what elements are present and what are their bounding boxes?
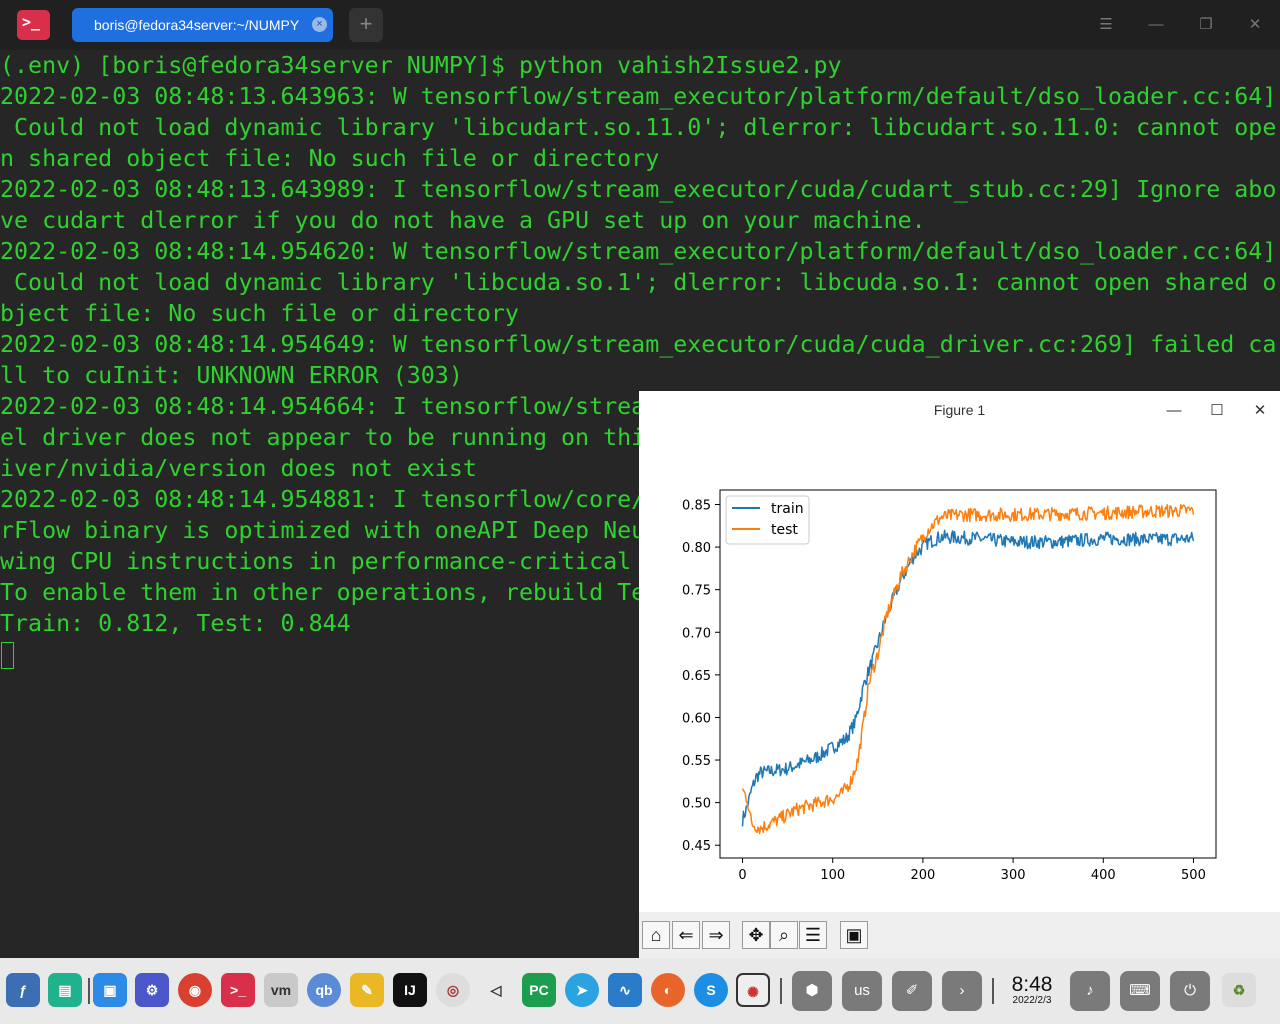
figure-maximize-button[interactable]: ☐ <box>1207 401 1227 421</box>
trash-icon[interactable]: ♻ <box>1222 973 1256 1007</box>
tab-close-icon[interactable]: × <box>312 17 327 32</box>
terminal-titlebar: >_ boris@fedora34server:~/NUMPY × + ☰ — … <box>0 0 1280 50</box>
figure-app-icon[interactable]: ✺ <box>736 973 770 1007</box>
y-tick-label: 0.85 <box>682 498 711 513</box>
zoom-icon[interactable]: ⌕ <box>770 921 798 949</box>
menu-icon[interactable]: ☰ <box>1095 14 1117 36</box>
taskbar-separator <box>992 978 994 1004</box>
legend-label-test: test <box>771 522 798 538</box>
terminal-line: rFlow binary is optimized with oneAPI De… <box>0 517 646 544</box>
tick-layer: 0 100 200 300 400 500 0.45 0.50 0.55 0.60 0.65 0.70… <box>682 498 1206 883</box>
clock-time[interactable]: 8:48 <box>1008 973 1056 997</box>
vmware-icon[interactable]: vm <box>264 973 298 1007</box>
keyboard-icon[interactable]: ⌨ <box>1120 971 1160 1011</box>
terminal-line: el driver does not appear to be running … <box>0 424 646 451</box>
intellij-icon[interactable]: IJ <box>393 973 427 1007</box>
terminal-line: 2022-02-03 08:48:14.954649: W tensorflow… <box>0 331 1277 358</box>
x-tick-label: 400 <box>1091 868 1116 883</box>
package-icon[interactable]: ⬢ <box>792 971 832 1011</box>
terminal-line: (.env) [boris@fedora34server NUMPY]$ pyt… <box>0 52 842 79</box>
figure-window: Figure 1 — ☐ ✕ 0 100 200 300 400 500 0.45 0.50 0… <box>639 391 1280 958</box>
taskbar-separator <box>780 978 782 1004</box>
back-icon[interactable]: ⇐ <box>672 921 700 949</box>
y-tick-label: 0.45 <box>682 839 711 854</box>
y-tick-label: 0.70 <box>682 626 711 641</box>
figure-minimize-button[interactable]: — <box>1164 401 1184 421</box>
series-layer <box>741 503 1195 835</box>
legend: train test <box>725 495 810 545</box>
y-tick-label: 0.65 <box>682 669 711 684</box>
firefox-icon[interactable]: ◐ <box>651 973 685 1007</box>
terminal-line: iver/nvidia/version does not exist <box>0 455 477 482</box>
terminal-line: n shared object file: No such file or di… <box>0 145 660 172</box>
home-icon[interactable]: ⌂ <box>642 921 670 949</box>
terminal-app-icon: >_ <box>17 10 50 40</box>
y-tick-label: 0.80 <box>682 541 711 556</box>
y-tick-label: 0.60 <box>682 711 711 726</box>
terminal-line: Could not load dynamic library 'libcudar… <box>0 114 1277 141</box>
system-monitor-icon[interactable]: ∿ <box>608 973 642 1007</box>
x-tick-label: 500 <box>1181 868 1206 883</box>
terminal-line: bject file: No such file or directory <box>0 300 519 327</box>
pan-icon[interactable]: ✥ <box>742 921 770 949</box>
terminal-line: ll to cuInit: UNKNOWN ERROR (303) <box>0 362 463 389</box>
terminal-line: 2022-02-03 08:48:14.954664: I tensorflow… <box>0 393 646 420</box>
terminal-line: 2022-02-03 08:48:13.643989: I tensorflow… <box>0 176 1277 203</box>
terminal-line: To enable them in other operations, rebu… <box>0 579 646 606</box>
pin-icon[interactable]: ✐ <box>892 971 932 1011</box>
figure-toolbar: ⌂ ⇐ ⇒ ✥ ⌕ ☰ ▣ <box>639 912 1280 958</box>
forward-icon[interactable]: ⇒ <box>702 921 730 949</box>
new-tab-button[interactable]: + <box>349 8 383 42</box>
x-tick-label: 200 <box>910 868 935 883</box>
restore-button[interactable]: ❐ <box>1195 14 1217 36</box>
text-editor-icon[interactable]: ✎ <box>350 973 384 1007</box>
skype-icon[interactable]: S <box>694 973 728 1007</box>
x-tick-label: 100 <box>820 868 845 883</box>
y-tick-label: 0.75 <box>682 584 711 599</box>
figure-titlebar: Figure 1 — ☐ ✕ <box>639 391 1280 431</box>
volume-icon[interactable]: ◁ <box>479 973 513 1007</box>
terminal-cursor <box>1 642 14 669</box>
chrome-icon[interactable]: ◉ <box>178 973 212 1007</box>
taskbar-separator <box>88 978 90 1004</box>
terminal-line: 2022-02-03 08:48:13.643963: W tensorflow… <box>0 83 1277 110</box>
plot-canvas[interactable]: 0 100 200 300 400 500 0.45 0.50 0.55 0.60 0.65 0.70… <box>639 431 1280 912</box>
file-manager-icon[interactable]: ▤ <box>48 973 82 1007</box>
terminal-line: wing CPU instructions in performance-cri… <box>0 548 646 575</box>
clock-date[interactable]: 2022/2/3 <box>1008 995 1056 1006</box>
close-button[interactable]: ✕ <box>1244 14 1266 36</box>
terminal-line: 2022-02-03 08:48:14.954620: W tensorflow… <box>0 238 1277 265</box>
terminal-tab[interactable]: boris@fedora34server:~/NUMPY × <box>72 8 333 42</box>
figure-close-button[interactable]: ✕ <box>1250 401 1270 421</box>
terminal-icon[interactable]: >_ <box>221 973 255 1007</box>
qbittorrent-icon[interactable]: qb <box>307 973 341 1007</box>
telegram-icon[interactable]: ➤ <box>565 973 599 1007</box>
minimize-button[interactable]: — <box>1145 14 1167 36</box>
settings-icon[interactable]: ⚙ <box>135 973 169 1007</box>
y-tick-label: 0.55 <box>682 754 711 769</box>
terminal-line: Train: 0.812, Test: 0.844 <box>0 610 351 637</box>
legend-label-train: train <box>771 501 804 517</box>
app-store-icon[interactable]: ▣ <box>93 973 127 1007</box>
terminal-line: 2022-02-03 08:48:14.954881: I tensorflow… <box>0 486 646 513</box>
keyboard-layout-button[interactable]: us <box>842 971 882 1011</box>
save-icon[interactable]: ▣ <box>840 921 868 949</box>
series-line-test <box>741 503 1195 835</box>
fedora-icon[interactable]: ƒ <box>6 973 40 1007</box>
notification-bell-icon[interactable]: ♪ <box>1070 971 1110 1011</box>
y-tick-label: 0.50 <box>682 797 711 812</box>
configure-icon[interactable]: ☰ <box>799 921 827 949</box>
terminal-line: ve cudart dlerror if you do not have a G… <box>0 207 926 234</box>
x-tick-label: 0 <box>738 868 746 883</box>
taskbar: ƒ ▤ ▣ ⚙ ◉ >_ vm qb ✎ IJ ◎ ◁ PC ➤ ∿ ◐ S ✺… <box>0 958 1280 1024</box>
terminal-line: Could not load dynamic library 'libcuda.… <box>0 269 1277 296</box>
pycharm-icon[interactable]: PC <box>522 973 556 1007</box>
x-tick-label: 300 <box>1001 868 1026 883</box>
series-line-train <box>741 529 1195 827</box>
chevron-right-icon[interactable]: › <box>942 971 982 1011</box>
disc-icon[interactable]: ◎ <box>436 973 470 1007</box>
power-icon[interactable]: ⏻ <box>1170 971 1210 1011</box>
terminal-tab-label: boris@fedora34server:~/NUMPY <box>94 17 300 33</box>
